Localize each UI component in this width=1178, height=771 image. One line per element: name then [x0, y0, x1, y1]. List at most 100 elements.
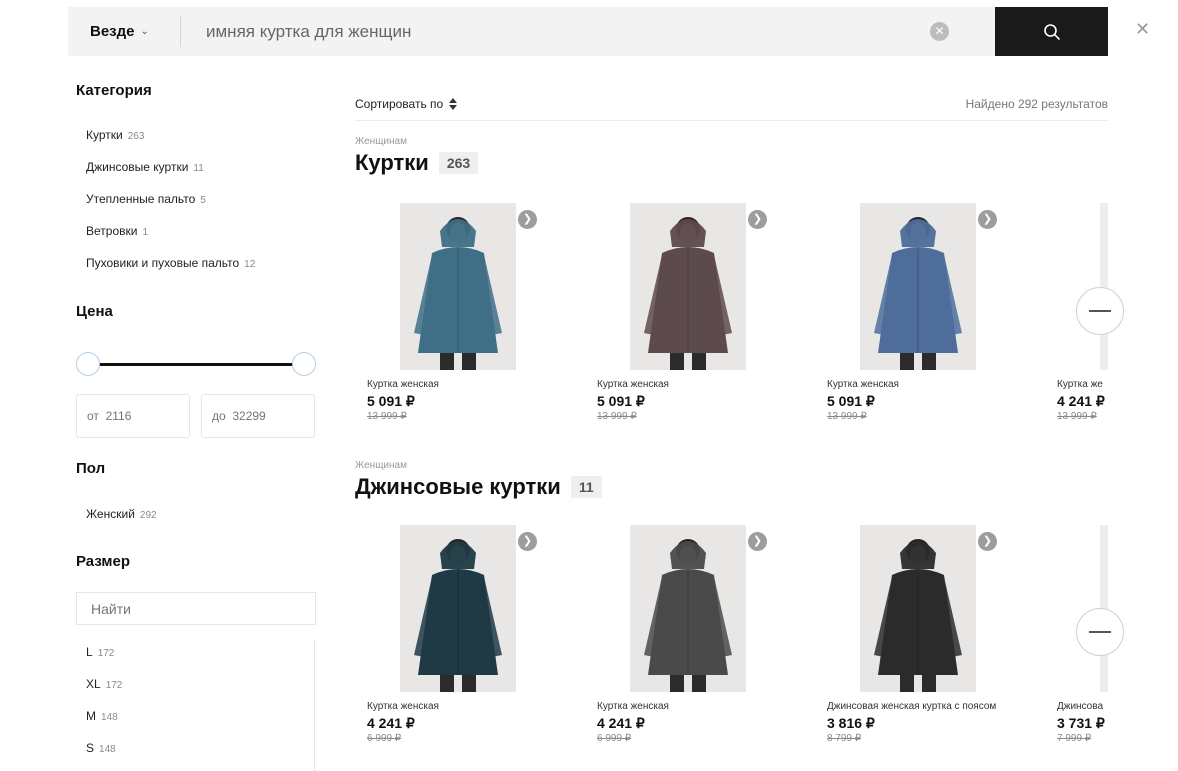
price-max-handle[interactable]: [292, 352, 316, 376]
size-label: M: [86, 709, 96, 723]
jacket-illustration: [414, 217, 502, 370]
product-old-price: 6 999 ₽: [367, 733, 402, 744]
product-carousel: ❯ Куртка женская 4 241 ₽ 6 999 ₽ ❯ Куртк…: [355, 525, 1108, 760]
search-scope-label: Везде: [90, 23, 135, 40]
section-title[interactable]: Куртки 263: [355, 150, 479, 176]
size-item[interactable]: L 172: [86, 645, 114, 659]
size-label: S: [86, 741, 95, 755]
section-kicker: Женщинам: [355, 460, 407, 471]
chevron-right-icon[interactable]: ❯: [978, 210, 997, 229]
gender-label: Женский: [86, 507, 135, 521]
category-count: 11: [193, 163, 204, 174]
section-count-badge: 263: [438, 152, 479, 174]
size-list-scrollbar[interactable]: [314, 640, 315, 771]
section-title-text: Куртки: [355, 150, 429, 175]
jacket-illustration: [414, 539, 502, 692]
close-icon[interactable]: ✕: [1135, 20, 1150, 38]
product-image: [860, 525, 976, 692]
product-price: 5 091 ₽: [367, 393, 415, 409]
category-label: Ветровки: [86, 224, 138, 238]
size-heading: Размер: [76, 553, 131, 570]
price-to-input[interactable]: [201, 394, 315, 438]
category-item[interactable]: Ветровки 1: [86, 224, 148, 238]
size-count: 148: [101, 712, 118, 723]
chevron-right-icon[interactable]: ❯: [748, 532, 767, 551]
jacket-illustration: [644, 217, 732, 370]
jacket-illustration: [644, 539, 732, 692]
product-old-price: 13 999 ₽: [1057, 411, 1097, 422]
jacket-illustration: [874, 539, 962, 692]
category-count: 1: [142, 227, 149, 238]
product-old-price: 13 999 ₽: [827, 411, 867, 422]
carousel-next-button[interactable]: [1076, 608, 1124, 656]
sort-label: Сортировать по: [355, 97, 444, 111]
product-price: 4 241 ₽: [597, 715, 645, 731]
chevron-right-icon[interactable]: ❯: [518, 210, 537, 229]
product-image: [400, 203, 516, 370]
chevron-right-icon[interactable]: ❯: [748, 210, 767, 229]
size-item[interactable]: S 148: [86, 741, 116, 755]
search-button[interactable]: [995, 7, 1108, 56]
size-count: 172: [105, 680, 123, 691]
carousel-next-button[interactable]: [1076, 287, 1124, 335]
category-count: 12: [244, 259, 256, 270]
product-name: Куртка женская: [597, 701, 669, 712]
divider: [355, 120, 1108, 121]
divider: [180, 16, 181, 47]
section-title[interactable]: Джинсовые куртки 11: [355, 474, 602, 500]
category-label: Куртки: [86, 128, 123, 142]
price-min-handle[interactable]: [76, 352, 100, 376]
category-count: 5: [200, 195, 206, 206]
product-name: Куртка же: [1057, 379, 1103, 390]
product-image: [630, 525, 746, 692]
size-count: 148: [99, 744, 116, 755]
product-carousel: ❯ Куртка женская 5 091 ₽ 13 999 ₽ ❯ Курт…: [355, 203, 1108, 428]
jacket-illustration: [874, 217, 962, 370]
product-name: Куртка женская: [597, 379, 669, 390]
category-count: 263: [127, 131, 145, 142]
search-icon: [1043, 23, 1060, 40]
gender-item[interactable]: Женский 292: [86, 507, 157, 521]
product-old-price: 13 999 ₽: [367, 411, 407, 422]
product-price: 4 241 ₽: [1057, 393, 1105, 409]
sort-dropdown[interactable]: Сортировать по: [355, 97, 458, 111]
category-item[interactable]: Пуховики и пуховые пальто 12: [86, 256, 255, 270]
product-image: [860, 203, 976, 370]
chevron-down-icon: ⌄: [140, 26, 149, 37]
product-name: Куртка женская: [367, 379, 439, 390]
chevron-right-icon[interactable]: ❯: [978, 532, 997, 551]
category-item[interactable]: Джинсовые куртки 11: [86, 160, 204, 174]
gender-heading: Пол: [76, 460, 106, 477]
price-from-input[interactable]: [76, 394, 190, 438]
search-scope-dropdown[interactable]: Везде ⌄: [90, 7, 149, 56]
size-search-input[interactable]: [76, 592, 316, 625]
category-label: Джинсовые куртки: [86, 160, 189, 174]
product-old-price: 13 999 ₽: [597, 411, 637, 422]
product-old-price: 8 799 ₽: [827, 733, 862, 744]
size-count: 172: [97, 648, 115, 659]
category-heading: Категория: [76, 82, 152, 99]
chevron-right-icon[interactable]: ❯: [518, 532, 537, 551]
size-label: XL: [86, 677, 101, 691]
size-item[interactable]: M 148: [86, 709, 118, 723]
product-price: 3 731 ₽: [1057, 715, 1105, 731]
product-old-price: 7 999 ₽: [1057, 733, 1092, 744]
category-label: Утепленные пальто: [86, 192, 196, 206]
product-image: [630, 203, 746, 370]
size-item[interactable]: XL 172: [86, 677, 122, 691]
search-bar: Везде ⌄ ✕: [68, 7, 1108, 56]
results-count: Найдено 292 результатов: [965, 97, 1108, 111]
minus-icon: [1089, 310, 1111, 312]
category-item[interactable]: Утепленные пальто 5: [86, 192, 206, 206]
search-input[interactable]: [192, 7, 912, 56]
product-price: 4 241 ₽: [367, 715, 415, 731]
section-title-text: Джинсовые куртки: [355, 474, 561, 499]
category-item[interactable]: Куртки 263: [86, 128, 144, 142]
clear-search-icon[interactable]: ✕: [930, 22, 949, 41]
minus-icon: [1089, 631, 1111, 633]
product-price: 5 091 ₽: [827, 393, 875, 409]
product-price: 5 091 ₽: [597, 393, 645, 409]
product-name: Куртка женская: [367, 701, 439, 712]
section-count-badge: 11: [570, 476, 602, 498]
product-price: 3 816 ₽: [827, 715, 875, 731]
